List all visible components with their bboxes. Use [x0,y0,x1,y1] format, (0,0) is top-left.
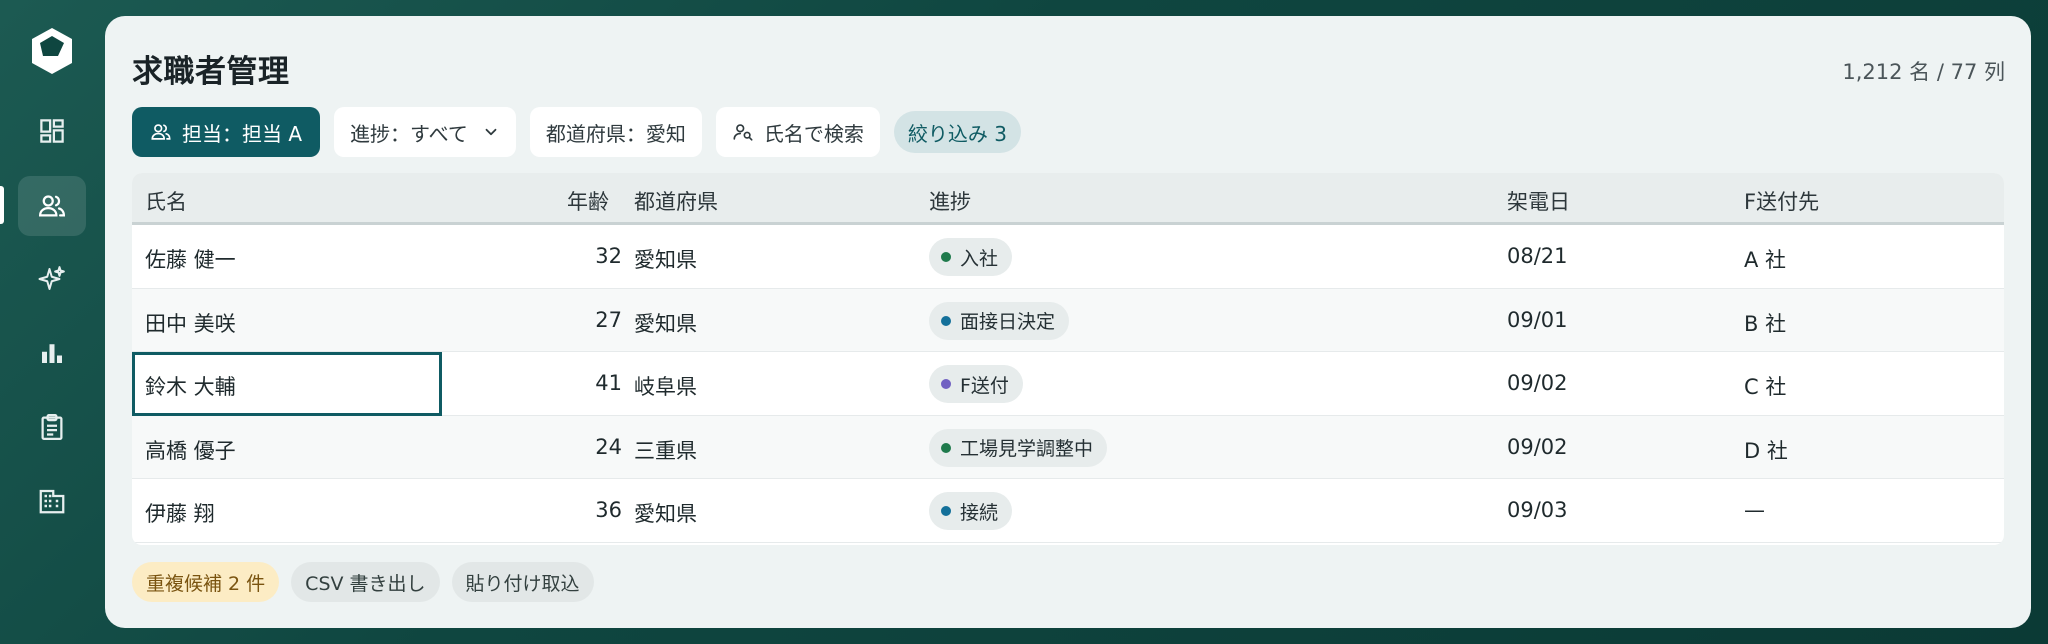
name-search-button[interactable]: 氏名で検索 [715,107,880,157]
table-row[interactable]: 鈴木 大輔 41 岐阜県 F送付 09/02 C 社 [132,352,2004,416]
status-dot [941,252,951,262]
progress-badge: 接続 [929,492,1013,530]
column-header-prefecture[interactable]: 都道府県 [634,186,718,216]
cell-progress[interactable]: 面接日決定 [929,301,1070,340]
cell-age[interactable]: 32 [532,244,622,268]
cell-age[interactable]: 36 [532,498,622,522]
table-row[interactable]: 佐藤 健一 32 愛知県 入社 08/21 A 社 [132,225,2004,289]
cell-f-destination[interactable]: D 社 [1744,435,1788,465]
progress-filter-label: 進捗：すべて [350,121,468,146]
cell-prefecture[interactable]: 岐阜県 [634,371,697,401]
filter-bar: 担当：担当 A 進捗：すべて 都道府県：愛知 氏名で検索 絞り込み 3 [132,107,1021,157]
cell-f-destination[interactable]: C 社 [1744,371,1786,401]
cell-call-date[interactable]: 09/02 [1507,371,1568,395]
column-header-progress[interactable]: 進捗 [929,186,971,216]
progress-badge: 工場見学調整中 [929,428,1108,467]
nav-clipboard-icon[interactable] [18,397,86,457]
table-header: 氏名 年齢 都道府県 進捗 架電日 F送付先 [132,173,2004,225]
cell-name[interactable]: 田中 美咲 [145,308,236,338]
cell-call-date[interactable]: 08/21 [1507,244,1568,268]
column-header-f-destination[interactable]: F送付先 [1744,186,1819,216]
cell-name[interactable]: 佐藤 健一 [145,244,236,274]
nav-company-icon[interactable] [18,471,86,531]
candidates-table: 氏名 年齢 都道府県 進捗 架電日 F送付先 佐藤 健一 32 愛知県 入社 0… [132,173,2004,545]
owner-filter-chip[interactable]: 担当：担当 A [132,107,321,157]
progress-badge: 入社 [929,238,1013,276]
cell-prefecture[interactable]: 愛知県 [634,498,697,528]
cell-progress[interactable]: F送付 [929,365,1023,403]
duplicate-candidates-button[interactable]: 重複候補 2 件 [132,562,280,602]
table-row[interactable]: 伊藤 翔 36 愛知県 接続 09/03 — [132,479,2004,543]
cell-name[interactable]: 鈴木 大輔 [145,371,236,401]
app-logo-icon[interactable] [29,26,75,76]
status-dot [941,442,951,453]
people-icon [151,124,171,140]
cell-prefecture[interactable]: 愛知県 [634,308,697,338]
cell-age[interactable]: 27 [532,308,622,332]
cell-prefecture[interactable]: 三重県 [634,435,697,465]
progress-badge-label: 面接日決定 [960,311,1056,333]
nav-analytics-icon[interactable] [18,323,86,383]
table-row[interactable]: 高橋 優子 24 三重県 工場見学調整中 09/02 D 社 [132,415,2004,479]
name-search-label: 氏名で検索 [763,121,864,146]
status-dot [941,506,951,516]
column-header-name[interactable]: 氏名 [145,186,187,216]
cell-call-date[interactable]: 09/03 [1507,498,1568,522]
cell-age[interactable]: 41 [532,371,622,395]
column-header-call-date[interactable]: 架電日 [1507,186,1570,216]
nav-active-marker [0,186,4,224]
chevron-down-icon [485,128,497,136]
sidebar [0,0,104,644]
prefecture-filter-label: 都道府県：愛知 [545,121,686,146]
footer-actions: 重複候補 2 件 CSV 書き出し 貼り付け取込 [132,562,594,602]
cell-progress[interactable]: 工場見学調整中 [929,428,1108,467]
column-header-age[interactable]: 年齢 [567,186,609,216]
active-filter-count-badge[interactable]: 絞り込み 3 [893,111,1021,153]
nav-ai-sparkle-icon[interactable] [18,249,86,309]
cell-age[interactable]: 24 [532,435,622,459]
cell-name[interactable]: 伊藤 翔 [145,498,215,528]
paste-import-button[interactable]: 貼り付け取込 [451,562,594,602]
owner-filter-label: 担当：担当 A [182,121,303,146]
status-dot [941,379,951,389]
nav-dashboard-icon[interactable] [18,101,86,161]
active-filter-count-label: 絞り込み 3 [907,121,1007,146]
cell-f-destination[interactable]: B 社 [1744,308,1786,338]
cell-f-destination[interactable]: A 社 [1744,244,1786,274]
cell-progress[interactable]: 接続 [929,492,1013,530]
csv-export-button[interactable]: CSV 書き出し [291,562,440,602]
person-search-icon [733,124,753,141]
progress-badge-label: 工場見学調整中 [960,438,1094,460]
progress-badge: 面接日決定 [929,301,1070,340]
progress-badge-label: F送付 [960,374,1009,397]
cell-f-destination[interactable]: — [1744,498,1765,522]
table-row[interactable]: 田中 美咲 27 愛知県 面接日決定 09/01 B 社 [132,288,2004,352]
progress-filter-dropdown[interactable]: 進捗：すべて [334,107,516,157]
cell-call-date[interactable]: 09/01 [1507,308,1568,332]
progress-badge: F送付 [929,365,1023,403]
page-title: 求職者管理 [132,54,290,90]
progress-badge-label: 接続 [960,501,999,524]
progress-badge-label: 入社 [960,247,999,270]
record-count: 1,212 名 / 77 列 [1842,60,2005,84]
nav-candidates-icon[interactable] [18,176,86,236]
cell-progress[interactable]: 入社 [929,238,1013,276]
cell-name[interactable]: 高橋 優子 [145,435,236,465]
status-dot [941,315,951,326]
cell-call-date[interactable]: 09/02 [1507,435,1568,459]
prefecture-filter-chip[interactable]: 都道府県：愛知 [529,107,702,157]
main-panel: 求職者管理 1,212 名 / 77 列 担当：担当 A 進捗：すべて 都道府県… [105,16,2031,628]
cell-prefecture[interactable]: 愛知県 [634,244,697,274]
